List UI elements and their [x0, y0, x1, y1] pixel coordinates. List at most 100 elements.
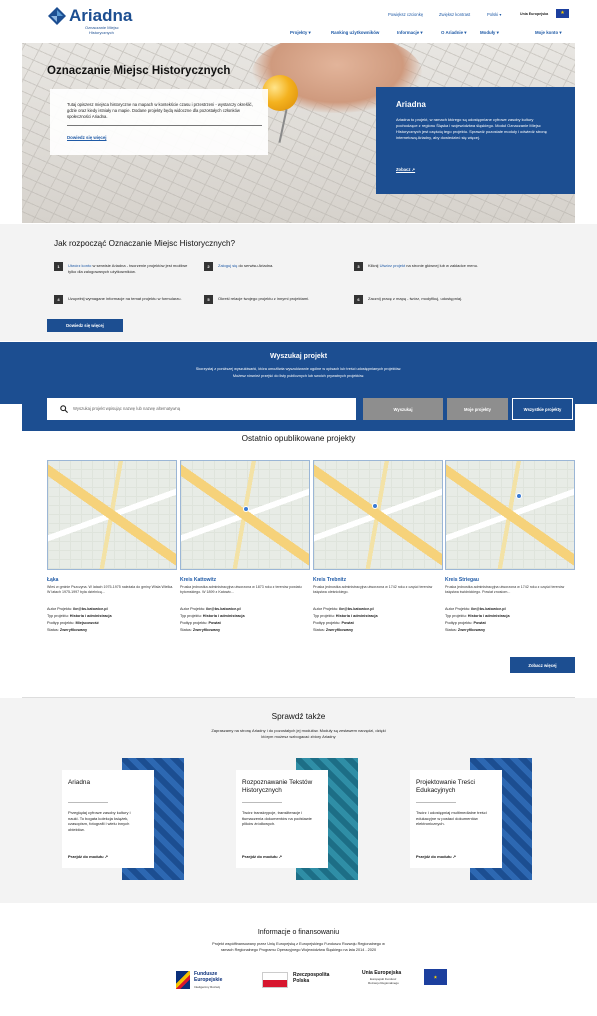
- module-link[interactable]: Przejdź do modułu ↗: [416, 854, 456, 859]
- project-type: Typ projektu: Historia i administracja: [445, 614, 510, 618]
- module-text: Przeglądaj cyfrowe zasoby kultury i nauk…: [68, 810, 131, 832]
- search-button[interactable]: Wyszukaj: [363, 398, 443, 420]
- project-status: Status: Zweryfikowany: [313, 628, 353, 632]
- module-card[interactable]: Projektowanie Treści Edukacyjnych Twórz i…: [410, 758, 532, 880]
- logo-rp: Rzeczpospolita Polska: [262, 970, 342, 994]
- project-card[interactable]: Kreis Kattowitz Pruska jednostka administ…: [180, 460, 310, 640]
- project-author-label: Autor Projektu:: [313, 607, 340, 611]
- language-select[interactable]: Polski ▾: [487, 12, 501, 17]
- project-author: Autor Projektu: ibr@bs.katowice.pl: [47, 607, 108, 611]
- steps-title: Jak rozpocząć Oznaczanie Miejsc Historyc…: [54, 239, 236, 248]
- all-projects-button[interactable]: Wszystkie projekty: [512, 398, 573, 420]
- project-author-label: Autor Projektu:: [47, 607, 74, 611]
- module-card-body: Rozpoznawanie Tekstów Historycznych Twórz…: [236, 770, 328, 868]
- step-text: Zacznij pracę z mapą - twórz, modyfikuj,…: [368, 296, 493, 302]
- funding-title: Informacje o finansowaniu: [257, 929, 340, 936]
- project-subtype-label: Podtyp projektu:: [313, 621, 342, 625]
- also-section: Sprawdź także Zapraszamy na stronę Ariad…: [0, 698, 597, 903]
- nav-account[interactable]: Moje konto ▾: [535, 30, 562, 36]
- nav-information[interactable]: Informacje ▾: [397, 30, 423, 36]
- step-link[interactable]: Utwórz projekt: [380, 263, 406, 268]
- module-divider: [68, 802, 108, 803]
- rp-name: Rzeczpospolita Polska: [293, 972, 330, 984]
- project-subtype-value: Powiat: [341, 621, 354, 625]
- project-title[interactable]: Kreis Striegau: [445, 577, 479, 583]
- nav-ranking[interactable]: Ranking użytkowników: [331, 30, 379, 35]
- also-title: Sprawdź także: [271, 712, 326, 721]
- project-type-value: Historia i administracja: [69, 614, 112, 618]
- project-map[interactable]: [47, 460, 177, 570]
- logo[interactable]: Ariadna Oznaczanie Miejsc Historycznych: [47, 6, 137, 36]
- project-map[interactable]: [445, 460, 575, 570]
- hero-divider: [67, 125, 262, 126]
- ariadna-card-link[interactable]: Zobacz ↗: [396, 167, 415, 172]
- step-number: 6: [354, 295, 363, 304]
- steps-more-button[interactable]: Dowiedz się więcej: [47, 319, 123, 332]
- project-type: Typ projektu: Historia i administracja: [47, 614, 112, 618]
- project-status-value: Zweryfikowany: [59, 628, 88, 632]
- step-item: 6 Zacznij pracę z mapą - twórz, modyfikuj…: [354, 295, 499, 319]
- nav-about[interactable]: O Ariadnie ▾: [441, 30, 466, 36]
- hero-text-box: Tutaj opiszesz miejsca historyczne na ma…: [50, 89, 268, 155]
- fundusze-sub: Inteligentny Rozwój: [194, 985, 221, 989]
- project-author: Autor Projektu: ibr@bs.katowice.pl: [313, 607, 374, 611]
- steps-section: Jak rozpocząć Oznaczanie Miejsc Historyc…: [0, 224, 597, 341]
- logo-name: Ariadna: [69, 6, 133, 25]
- project-map[interactable]: [313, 460, 443, 570]
- project-card[interactable]: Kreis Trebnitz Pruska jednostka administr…: [313, 460, 443, 640]
- ue-name: Unia Europejska: [362, 970, 402, 976]
- project-status-label: Status:: [180, 628, 193, 632]
- nav-projects[interactable]: Projekty ▾: [290, 30, 311, 36]
- project-type-label: Typ projektu:: [180, 614, 203, 618]
- step-item: 1 Utwórz konto w serwisie Ariadna - tworz…: [54, 262, 199, 286]
- project-title[interactable]: Kreis Kattowitz: [180, 577, 216, 583]
- funding-text1: Projekt współfinansowany przez Unię Euro…: [212, 942, 385, 946]
- module-link[interactable]: Przejdź do modułu ↗: [68, 854, 108, 859]
- project-type-value: Historia i administracja: [202, 614, 245, 618]
- hero-text: Tutaj opiszesz miejsca historyczne na ma…: [67, 102, 253, 119]
- project-title[interactable]: Łąka: [47, 577, 58, 583]
- project-subtype: Podtyp projektu: Powiat: [313, 621, 354, 625]
- module-title: Projektowanie Treści Edukacyjnych: [416, 779, 475, 794]
- fundusze-name: Fundusze Europejskie: [194, 971, 223, 983]
- step-number: 1: [54, 262, 63, 271]
- contrast-link[interactable]: Zwiększ kontrast: [439, 12, 470, 17]
- module-card[interactable]: Ariadna Przeglądaj cyfrowe zasoby kultury…: [62, 758, 184, 880]
- project-card[interactable]: Kreis Striegau Pruska jednostka administr…: [445, 460, 575, 640]
- header: Ariadna Oznaczanie Miejsc Historycznych …: [0, 0, 597, 42]
- project-author: Autor Projektu: ibr@bs.katowice.pl: [180, 607, 241, 611]
- hero: Oznaczanie Miejsc Historycznych Tutaj op…: [22, 43, 575, 223]
- project-title[interactable]: Kreis Trebnitz: [313, 577, 346, 583]
- module-card[interactable]: Rozpoznawanie Tekstów Historycznych Twórz…: [236, 758, 358, 880]
- project-type-value: Historia i administracja: [335, 614, 378, 618]
- search-input[interactable]: Wyszukaj projekt wpisując nazwę lub nazw…: [47, 398, 356, 420]
- poland-flag-icon: [262, 972, 288, 988]
- eu-flag-icon: ★: [556, 9, 569, 18]
- project-map[interactable]: [180, 460, 310, 570]
- project-type: Typ projektu: Historia i administracja: [313, 614, 378, 618]
- step-number: 5: [204, 295, 213, 304]
- ariadna-card-text: Ariadna to projekt, w ramach którego są …: [396, 117, 547, 140]
- project-type: Typ projektu: Historia i administracja: [180, 614, 245, 618]
- project-description: Pruska jednostka administracyjna utworzo…: [313, 585, 433, 594]
- step-link[interactable]: Zaloguj się: [218, 263, 237, 268]
- step-description: Zacznij pracę z mapą - twórz, modyfikuj,…: [368, 296, 463, 301]
- project-card[interactable]: Łąka Wieś w gminie Pszczyna. W latach 197…: [47, 460, 177, 640]
- fundusze-icon: [176, 971, 190, 989]
- recent-more-button[interactable]: Zobacz więcej: [510, 657, 575, 673]
- font-size-link[interactable]: Powiększ czcionkę: [388, 12, 423, 17]
- hero-more-link[interactable]: Dowiedz się więcej: [67, 135, 107, 140]
- project-description: Wieś w gminie Pszczyna. W latach 1975-19…: [47, 585, 174, 594]
- project-subtype: Podtyp projektu: Powiat: [180, 621, 221, 625]
- step-link[interactable]: Utwórz konto: [68, 263, 91, 268]
- ue-sub2: Rozwoju Regionalnego: [368, 981, 399, 985]
- step-text: Zaloguj się do serwisu Ariadna.: [218, 263, 343, 269]
- step-description: na stronie głównej lub w zakładce menu.: [405, 263, 479, 268]
- my-projects-button[interactable]: Moje projekty: [447, 398, 508, 420]
- eu-label: Unia Europejska: [520, 12, 549, 16]
- step-text: Utwórz konto w serwisie Ariadna - tworze…: [68, 263, 193, 274]
- module-link[interactable]: Przejdź do modułu ↗: [242, 854, 282, 859]
- also-desc1: Zapraszamy na stronę Ariadny i do pozost…: [211, 728, 386, 733]
- module-title: Ariadna: [68, 779, 91, 786]
- nav-modules[interactable]: Moduły ▾: [480, 30, 499, 36]
